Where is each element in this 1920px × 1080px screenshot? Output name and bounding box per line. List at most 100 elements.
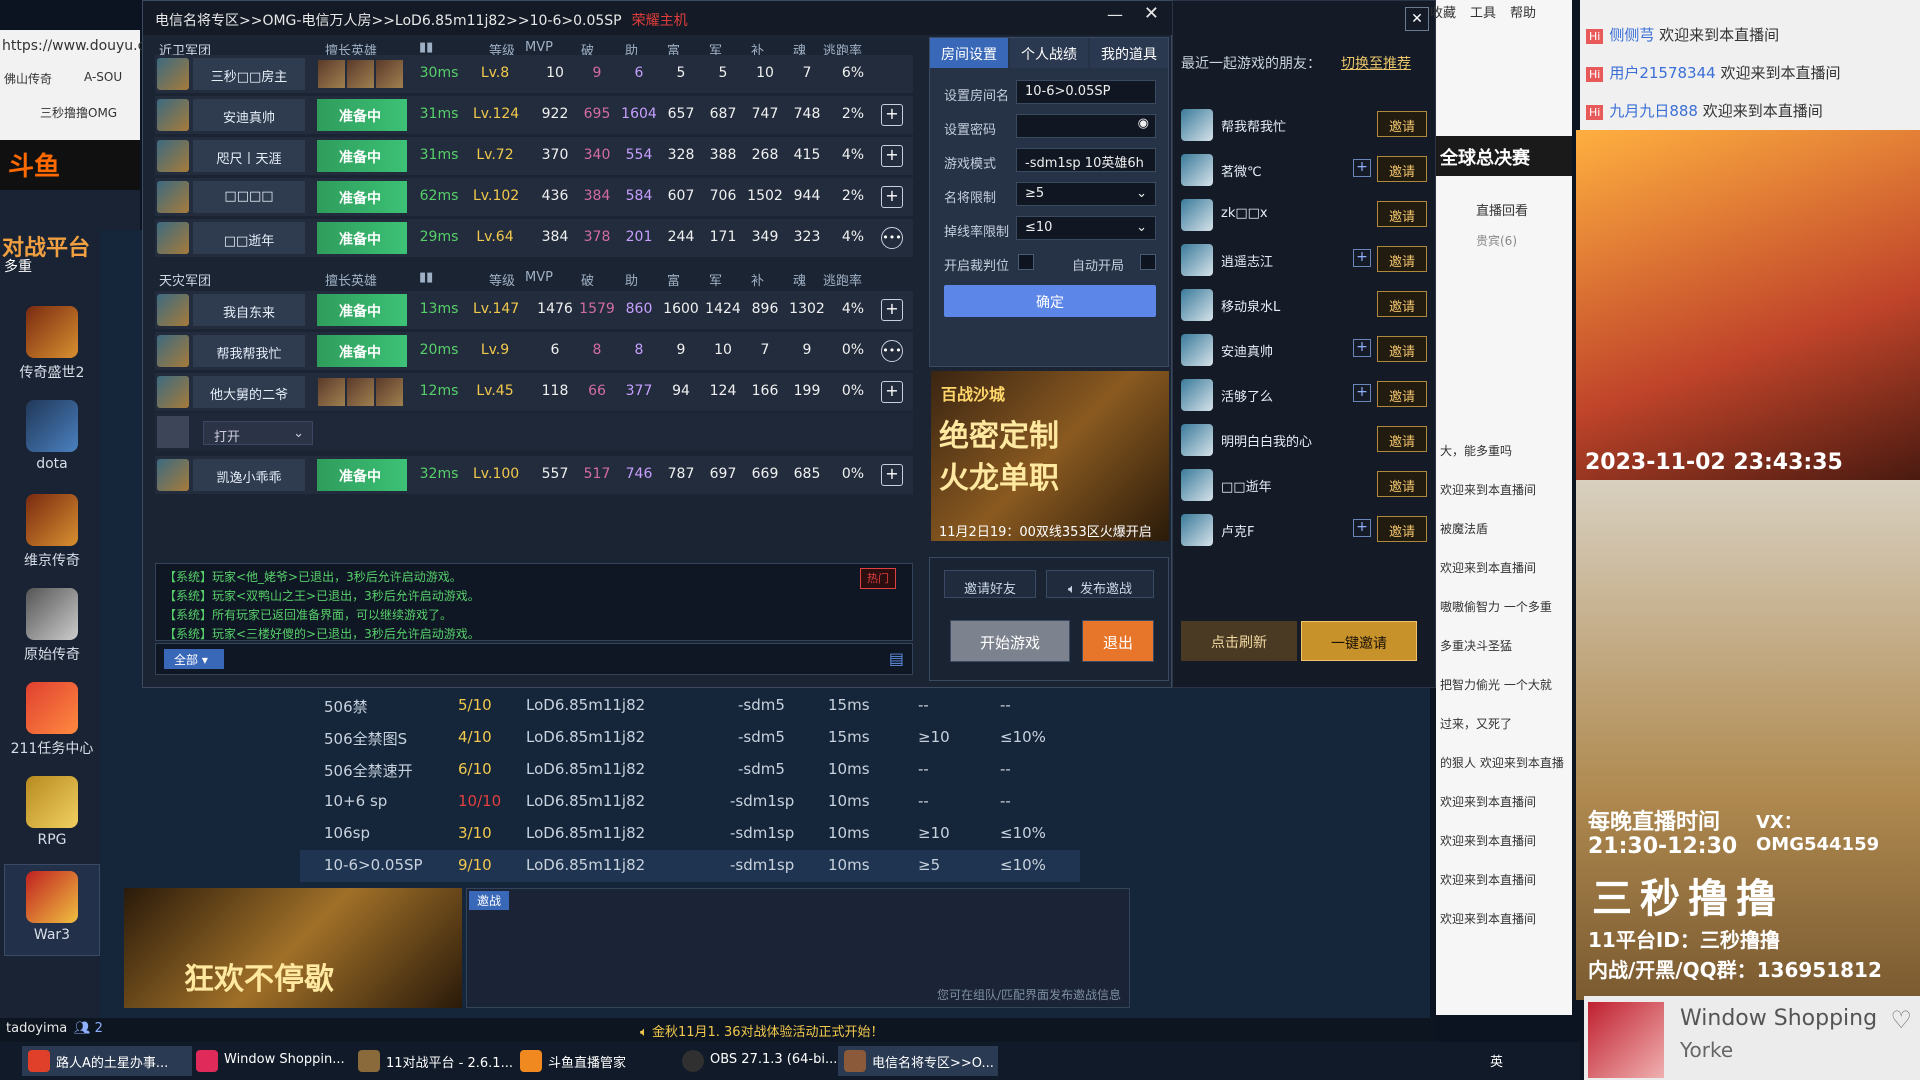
game-item[interactable]: dota [4, 394, 100, 486]
confirm-button[interactable]: 确定 [944, 285, 1156, 317]
game-item[interactable]: 传奇盛世2 [4, 300, 100, 392]
invite-button[interactable]: 邀请 [1377, 471, 1427, 497]
room-row[interactable]: 106sp 3/10 LoD6.85m11j82 -sdm1sp 10ms ≥10 ≤10% [300, 818, 1080, 850]
taskbar-item[interactable]: OBS 27.1.3 (64-bi... [676, 1046, 837, 1076]
player-row[interactable]: □□□□ 准备中 62ms Lv.102 436 384 584 607 706 1502 944 2… [155, 178, 913, 216]
tab-personal-record[interactable]: 个人战绩 [1010, 38, 1088, 68]
player-name: 帮我帮我忙 [193, 335, 305, 367]
browser-tab[interactable]: 三秒撸撸OMG [40, 104, 117, 121]
taskbar-item[interactable]: 路人A的土星办事... [22, 1046, 192, 1076]
invite-button[interactable]: 邀请 [1377, 291, 1427, 317]
game-item[interactable]: RPG [4, 770, 100, 862]
bookmark[interactable]: 佛山传奇 [4, 70, 52, 87]
add-icon[interactable]: + [1353, 159, 1371, 177]
chat-bubble-icon[interactable]: ••• [881, 340, 903, 362]
tab-room-settings[interactable]: 房间设置 [930, 38, 1008, 68]
taskbar-item[interactable]: 11对战平台 - 2.6.1... [352, 1046, 513, 1076]
invite-button[interactable]: 邀请 [1377, 336, 1427, 362]
add-icon[interactable]: + [1353, 384, 1371, 402]
avatar [157, 99, 189, 131]
add-friend-button[interactable]: + [881, 464, 903, 486]
limit-select[interactable]: ≥5 ⌄ [1016, 182, 1156, 206]
invite-button[interactable]: 邀请 [1377, 246, 1427, 272]
taskbar-item[interactable]: 电信名将专区>>O... [838, 1046, 998, 1076]
switch-recommend-link[interactable]: 切换至推荐 [1341, 53, 1411, 73]
add-friend-button[interactable]: + [881, 104, 903, 126]
chevron-down-icon: ⌄ [1136, 220, 1147, 235]
stat-escape: 2% [841, 106, 865, 122]
invite-all-button[interactable]: 一键邀请 [1301, 621, 1417, 661]
stat-po: 8 [592, 342, 602, 358]
player-row[interactable]: 咫尺丨天涯 准备中 31ms Lv.72 370 340 554 328 388 268 415 4%… [155, 137, 913, 175]
player-row[interactable]: 三秒□□房主 30ms Lv.8 10 9 6 5 5 10 7 6% [155, 55, 913, 93]
add-icon[interactable]: + [1353, 249, 1371, 267]
add-icon[interactable]: + [1353, 519, 1371, 537]
room-row-selected[interactable]: 10-6>0.05SP 9/10 LoD6.85m11j82 -sdm1sp 10ms ≥… [300, 850, 1080, 882]
close-icon[interactable]: ✕ [1144, 3, 1159, 24]
room-row[interactable]: 506禁 5/10 LoD6.85m11j82 -sdm5 15ms -- -- [300, 690, 1080, 722]
judge-checkbox[interactable] [1018, 254, 1034, 270]
player-row[interactable]: 他大舅的二爷 12ms Lv.45 118 66 377 94 124 166 199 0% + [155, 373, 913, 411]
mode-select[interactable]: -sdm1sp 10英雄6h [1016, 148, 1156, 172]
friends-panel: ✕ 最近一起游戏的朋友： 切换至推荐 帮我帮我忙 邀请 茗微℃ + 邀请 zk□□x 邀请逍… [1172, 0, 1436, 688]
bookmark[interactable]: A-SOU [84, 70, 122, 84]
chat-bubble-icon[interactable]: ••• [881, 227, 903, 249]
close-icon[interactable]: ✕ [1405, 7, 1429, 31]
room-row[interactable]: 506全禁速开 6/10 LoD6.85m11j82 -sdm5 10ms -- -- [300, 754, 1080, 786]
invite-button[interactable]: 邀请 [1377, 201, 1427, 227]
stat-jun: 1424 [705, 301, 741, 317]
player-row[interactable]: 我自东来 准备中 13ms Lv.147 1476 1579 860 1600 1424 896 1… [155, 291, 913, 329]
room-row[interactable]: 506全禁图S 4/10 LoD6.85m11j82 -sdm5 15ms ≥10 ≤10% [300, 722, 1080, 754]
taskbar-item[interactable]: Window Shoppin... [190, 1046, 350, 1076]
chat-input[interactable]: 全部 ▾ ▤ [155, 643, 913, 675]
drop-select[interactable]: ≤10 ⌄ [1016, 216, 1156, 240]
invite-button[interactable]: 邀请 [1377, 426, 1427, 452]
minimize-icon[interactable]: — [1107, 5, 1123, 24]
slot-select[interactable]: 打开 ⌄ [203, 421, 313, 445]
add-friend-button[interactable]: + [881, 299, 903, 321]
player-row[interactable]: 帮我帮我忙 准备中 20ms Lv.9 6 8 8 9 10 7 9 0% ••• [155, 332, 913, 370]
add-icon[interactable]: + [1353, 339, 1371, 357]
bottom-ad[interactable]: 狂欢不停歇 [124, 888, 462, 1008]
obs-icon [682, 1050, 704, 1072]
password-input[interactable]: ◉ [1016, 114, 1156, 138]
invite-tab[interactable]: 邀战 [469, 891, 510, 910]
filter-dropdown[interactable]: 全部 ▾ [164, 649, 224, 669]
player-row[interactable]: 安迪真帅 准备中 31ms Lv.124 922 695 1604 657 687 747 748 2… [155, 96, 913, 134]
taskbar-item[interactable]: 斗鱼直播管家 [514, 1046, 674, 1076]
invite-button[interactable]: 邀请 [1377, 381, 1427, 407]
add-friend-button[interactable]: + [881, 381, 903, 403]
auto-start-checkbox[interactable] [1140, 254, 1156, 270]
add-friend-button[interactable]: + [881, 145, 903, 167]
room-row[interactable]: 10+6 sp 10/10 LoD6.85m11j82 -sdm1sp 10ms -- -- [300, 786, 1080, 818]
game-item[interactable]: 维京传奇 [4, 488, 100, 580]
stat-hun: 415 [793, 147, 821, 163]
game-item-selected[interactable]: War3 [4, 864, 100, 956]
game-ad[interactable]: 百战沙城 绝密定制 火龙单职 11月2日19：00双线353区火爆开启 [931, 371, 1169, 541]
invite-button[interactable]: 邀请 [1377, 516, 1427, 542]
ime-indicator[interactable]: 英 [1490, 1051, 1503, 1070]
game-item[interactable]: 211任务中心 [4, 676, 100, 768]
exit-button[interactable]: 退出 [1082, 620, 1154, 662]
game-item[interactable]: 原始传奇 [4, 582, 100, 674]
stat-escape: 4% [841, 229, 865, 245]
username[interactable]: tadoyima [6, 1021, 67, 1036]
message-icon[interactable]: ▤ [889, 649, 904, 668]
stat-ping: 20ms [419, 342, 459, 358]
heart-icon[interactable]: ♡ [1890, 1006, 1912, 1034]
invite-friend-button[interactable]: 邀请好友 [944, 570, 1036, 598]
friend-row: 卢克F + 邀请 [1181, 510, 1429, 548]
add-friend-button[interactable]: + [881, 186, 903, 208]
invite-button[interactable]: 邀请 [1377, 111, 1427, 137]
player-row[interactable]: 凯逸小乖乖 准备中 32ms Lv.100 557 517 746 787 697 669 685 0… [155, 456, 913, 494]
player-row[interactable]: □□逝年 准备中 29ms Lv.64 384 378 201 244 171 349 323 4% •… [155, 219, 913, 257]
tab-my-items[interactable]: 我的道具 [1090, 38, 1168, 68]
room-name-input[interactable]: 10-6>0.05SP [1016, 80, 1156, 104]
refresh-button[interactable]: 点击刷新 [1181, 621, 1297, 661]
invite-button[interactable]: 邀请 [1377, 156, 1427, 182]
start-game-button[interactable]: 开始游戏 [950, 620, 1070, 662]
hot-badge[interactable]: 热门 [860, 568, 896, 589]
publish-invite-button[interactable]: 🔈︎ 发布邀战 [1046, 570, 1154, 598]
friend-row: 活够了么 + 邀请 [1181, 375, 1429, 413]
url-bar[interactable]: https://www.douyu.co [2, 38, 154, 54]
